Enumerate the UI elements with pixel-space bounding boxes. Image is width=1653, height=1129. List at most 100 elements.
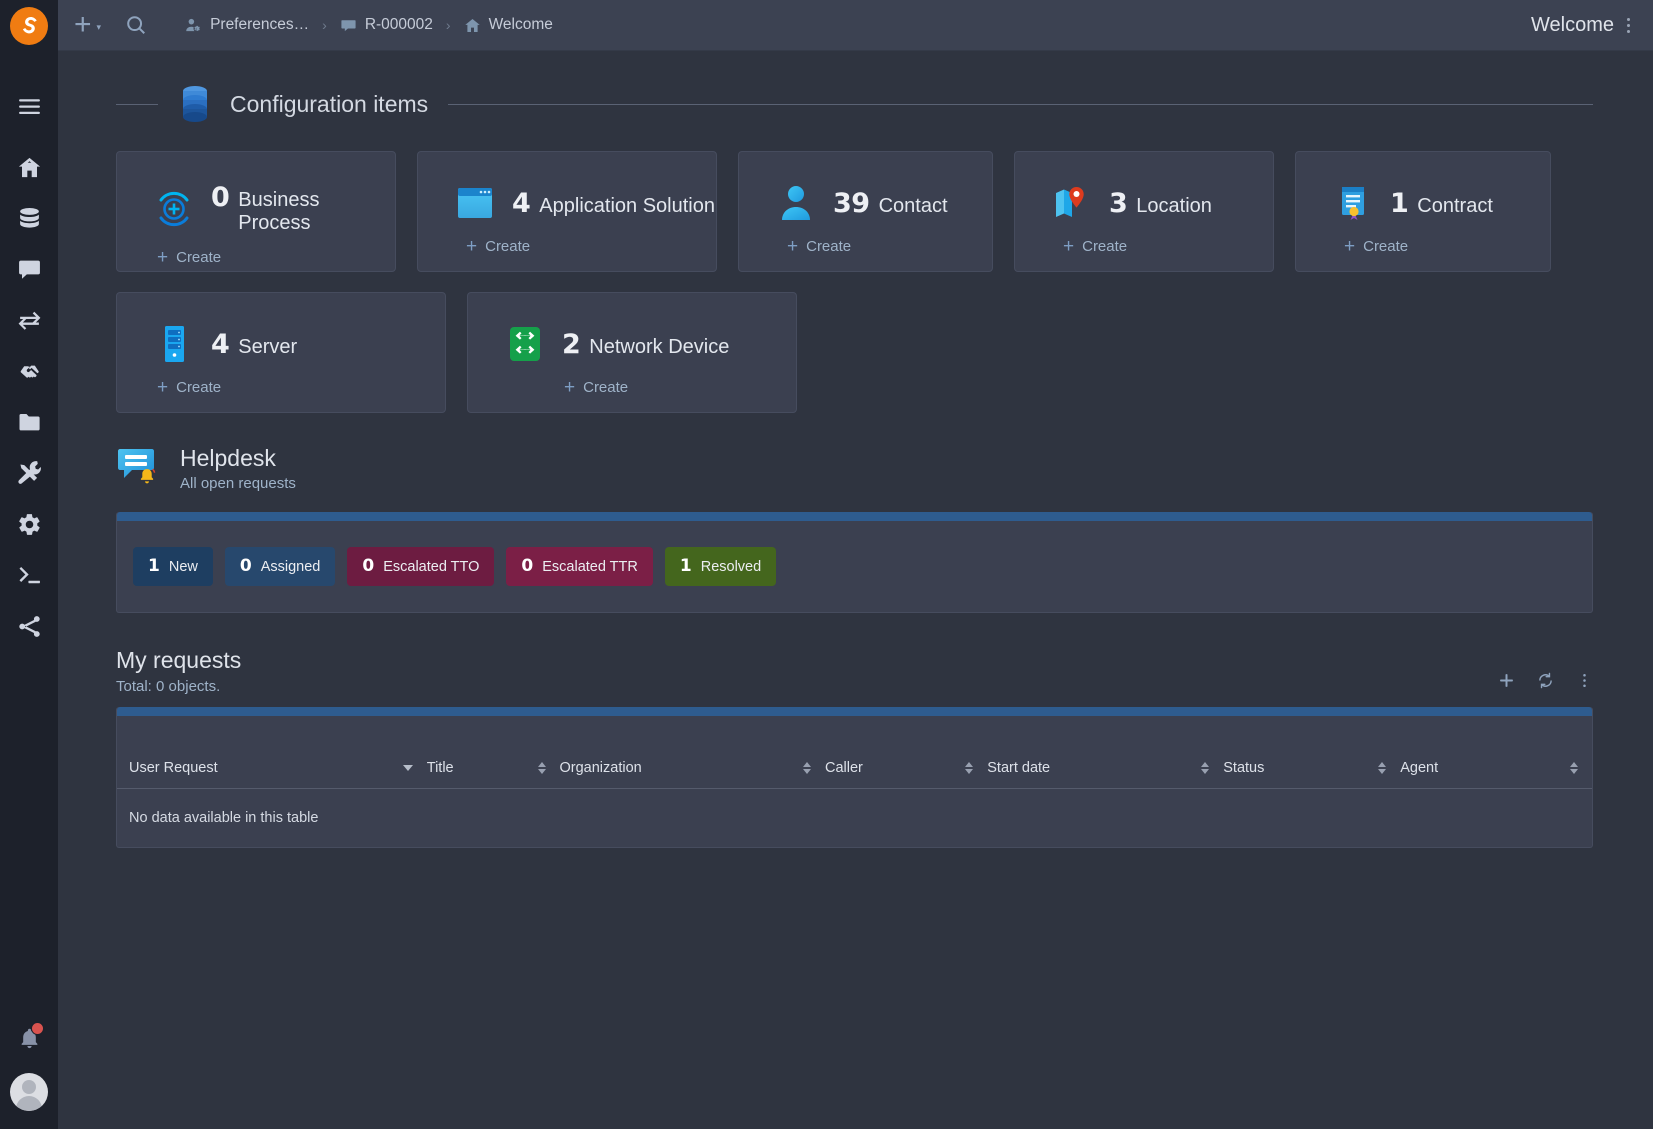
more-options-button[interactable] — [1576, 672, 1593, 689]
kebab-dot — [1627, 18, 1630, 21]
status-badge-assigned[interactable]: 0 Assigned — [225, 547, 336, 586]
sidebar-item-documents[interactable] — [0, 397, 58, 448]
create-label: Create — [1363, 238, 1408, 255]
breadcrumb-item-request[interactable]: R-000002 — [340, 16, 433, 34]
user-preferences-icon — [185, 17, 202, 34]
new-object-button[interactable]: + ▾ — [68, 10, 107, 40]
column-header-agent[interactable]: Agent — [1400, 716, 1592, 789]
column-header-user-request[interactable]: User Request — [117, 716, 427, 789]
ci-card-business-process[interactable]: 0 Business Process + Create — [116, 151, 396, 272]
terminal-icon — [17, 563, 42, 588]
ci-count: 39 — [833, 188, 870, 219]
top-bar: + ▾ Preferences… › R-000002 › — [58, 0, 1653, 51]
create-label: Create — [806, 238, 851, 255]
column-label: User Request — [129, 760, 218, 776]
helpdesk-header: Helpdesk All open requests — [116, 443, 1593, 494]
create-network-device-link[interactable]: + Create — [564, 378, 796, 397]
sidebar-item-admin-tools[interactable] — [0, 448, 58, 499]
ci-count: 3 — [1109, 188, 1127, 219]
helpdesk-title: Helpdesk — [180, 445, 296, 472]
create-application-solution-link[interactable]: + Create — [466, 237, 716, 256]
my-requests-table-panel: User Request Title — [116, 707, 1593, 848]
ci-label: Contact — [879, 195, 948, 218]
plus-icon: + — [787, 237, 798, 256]
breadcrumb-label: R-000002 — [365, 16, 433, 34]
total-count: 0 — [156, 678, 164, 695]
refresh-button[interactable] — [1537, 672, 1554, 689]
app-logo[interactable] — [0, 0, 58, 51]
status-badge-escalated-tto[interactable]: 0 Escalated TTO — [347, 547, 494, 586]
sidebar-nav — [0, 51, 58, 1009]
create-server-link[interactable]: + Create — [157, 378, 445, 397]
plus-icon: + — [157, 378, 168, 397]
column-header-status[interactable]: Status — [1223, 716, 1400, 789]
notifications-button[interactable] — [0, 1009, 58, 1067]
badge-count: 0 — [240, 556, 252, 576]
ci-label: Application Solution — [539, 195, 715, 218]
create-label: Create — [485, 238, 530, 255]
sidebar-item-console[interactable] — [0, 550, 58, 601]
my-requests-table: User Request Title — [117, 716, 1592, 847]
ci-label: Network Device — [589, 336, 729, 359]
column-header-title[interactable]: Title — [427, 716, 560, 789]
network-device-icon — [504, 323, 546, 365]
home-icon — [464, 17, 481, 34]
column-label: Status — [1223, 760, 1264, 776]
badge-label: New — [169, 559, 198, 575]
create-location-link[interactable]: + Create — [1063, 237, 1273, 256]
ci-card-network-device[interactable]: 2 Network Device + Create — [467, 292, 797, 413]
create-contract-link[interactable]: + Create — [1344, 237, 1550, 256]
sidebar-item-service-management[interactable] — [0, 346, 58, 397]
breadcrumb-label: Welcome — [489, 16, 553, 34]
my-requests-title: My requests — [116, 647, 1498, 674]
sort-icon — [538, 762, 546, 774]
ci-card-row-1: 0 Business Process + Create — [116, 151, 1593, 272]
page-title[interactable]: Welcome — [1531, 14, 1614, 37]
ci-card-application-solution[interactable]: 4 Application Solution + Create — [417, 151, 717, 272]
tools-icon — [17, 461, 42, 486]
breadcrumb-item-preferences[interactable]: Preferences… — [185, 16, 309, 34]
column-header-organization[interactable]: Organization — [560, 716, 826, 789]
sidebar-item-helpdesk[interactable] — [0, 244, 58, 295]
column-label: Organization — [560, 760, 642, 776]
database-icon — [17, 206, 42, 231]
column-header-caller[interactable]: Caller — [825, 716, 987, 789]
sidebar-item-menu-toggle[interactable] — [0, 81, 58, 132]
kebab-dot — [1627, 24, 1630, 27]
ci-card-location[interactable]: 3 Location + Create — [1014, 151, 1274, 272]
status-badge-escalated-ttr[interactable]: 0 Escalated TTR — [506, 547, 652, 586]
sidebar-item-share[interactable] — [0, 601, 58, 652]
sidebar-item-configuration[interactable] — [0, 499, 58, 550]
search-icon — [125, 14, 147, 36]
sidebar-item-change-management[interactable] — [0, 295, 58, 346]
panel-accent-bar — [117, 707, 1592, 716]
request-icon — [340, 17, 357, 34]
create-contact-link[interactable]: + Create — [787, 237, 992, 256]
ci-label: Server — [238, 336, 297, 359]
status-badge-resolved[interactable]: 1 Resolved — [665, 547, 776, 586]
plus-icon: + — [1063, 237, 1074, 256]
sidebar-item-configuration-management[interactable] — [0, 193, 58, 244]
breadcrumb-item-welcome[interactable]: Welcome — [464, 16, 553, 34]
database-icon — [178, 85, 212, 123]
avatar[interactable] — [10, 1073, 48, 1111]
ci-card-contract[interactable]: 1 Contract + Create — [1295, 151, 1551, 272]
topbar-right: Welcome — [1531, 14, 1633, 37]
column-label: Title — [427, 760, 454, 776]
create-business-process-link[interactable]: + Create — [157, 248, 395, 267]
ci-card-contact[interactable]: 39 Contact + Create — [738, 151, 993, 272]
empty-message: No data available in this table — [117, 789, 1592, 847]
add-object-button[interactable] — [1498, 672, 1515, 689]
section-title: Configuration items — [230, 91, 428, 118]
column-label: Agent — [1400, 760, 1438, 776]
status-badge-new[interactable]: 1 New — [133, 547, 213, 586]
sort-icon — [965, 762, 973, 774]
total-prefix: Total: — [116, 678, 152, 695]
column-header-start-date[interactable]: Start date — [987, 716, 1223, 789]
ci-card-server[interactable]: 4 Server + Create — [116, 292, 446, 413]
search-button[interactable] — [125, 14, 147, 36]
ci-count: 2 — [562, 329, 580, 360]
sidebar-item-home[interactable] — [0, 142, 58, 193]
page-menu-button[interactable] — [1624, 14, 1633, 37]
my-requests-toolbar — [1498, 672, 1593, 695]
